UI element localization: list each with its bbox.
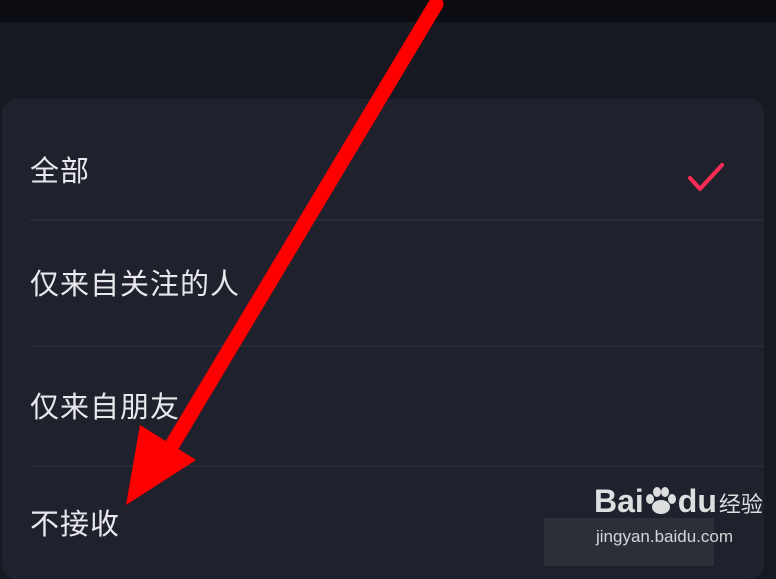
option-following-only[interactable]: 仅来自关注的人	[2, 219, 764, 345]
option-label: 仅来自朋友	[30, 390, 181, 424]
paw-icon	[645, 487, 676, 514]
watermark-brand-cn: 经验	[718, 493, 763, 518]
option-label: 仅来自关注的人	[30, 267, 241, 301]
option-friends-only[interactable]: 仅来自朋友	[2, 345, 764, 465]
option-all[interactable]: 全部	[2, 119, 764, 219]
option-label: 不接收	[30, 507, 121, 541]
watermark-url: jingyan.baidu.com	[596, 527, 734, 546]
check-icon	[688, 163, 724, 191]
baidu-watermark: Bai du经验 jingyan.baidu.com	[594, 483, 763, 553]
watermark-brand: Bai	[594, 483, 644, 519]
option-label: 全部	[30, 154, 91, 188]
watermark-logo: Bai du经验	[594, 483, 763, 520]
watermark-brand-end: du	[677, 483, 717, 519]
top-bar	[0, 0, 776, 22]
